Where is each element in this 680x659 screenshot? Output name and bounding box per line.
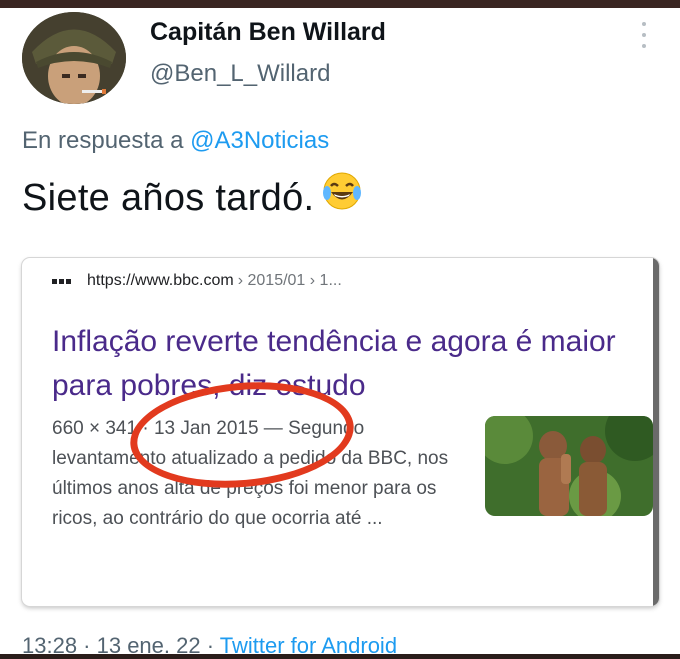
face-with-tears-of-joy-icon [322, 171, 362, 221]
card-edge [653, 258, 659, 606]
link-preview-card[interactable]: https://www.bbc.com › 2015/01 › 1... Inf… [22, 258, 659, 606]
display-name[interactable]: Capitán Ben Willard [150, 18, 386, 47]
url-path: › 2015/01 › 1... [237, 272, 342, 289]
url-host: https://www.bbc.com [87, 272, 234, 289]
reply-mention-link[interactable]: @A3Noticias [190, 127, 329, 154]
bottom-border [0, 654, 680, 659]
card-headline[interactable]: Inflação reverte tendência e agora é mai… [52, 320, 627, 408]
card-thumbnail-image [485, 416, 653, 516]
reply-prefix: En respuesta a [22, 127, 184, 154]
avatar[interactable] [22, 12, 126, 104]
card-snippet: 660 × 341 · 13 Jan 2015 — Segundo levant… [52, 418, 449, 529]
reply-context: En respuesta a @A3Noticias [22, 127, 329, 155]
more-options-icon[interactable] [634, 20, 654, 50]
card-url[interactable]: https://www.bbc.com › 2015/01 › 1... [52, 272, 342, 290]
site-favicon-icon [52, 278, 71, 284]
tweet-text: Siete años tardó. [22, 172, 362, 225]
tweet-body: Siete años tardó. [22, 177, 315, 220]
user-handle[interactable]: @Ben_L_Willard [150, 60, 330, 88]
top-border [0, 0, 680, 8]
